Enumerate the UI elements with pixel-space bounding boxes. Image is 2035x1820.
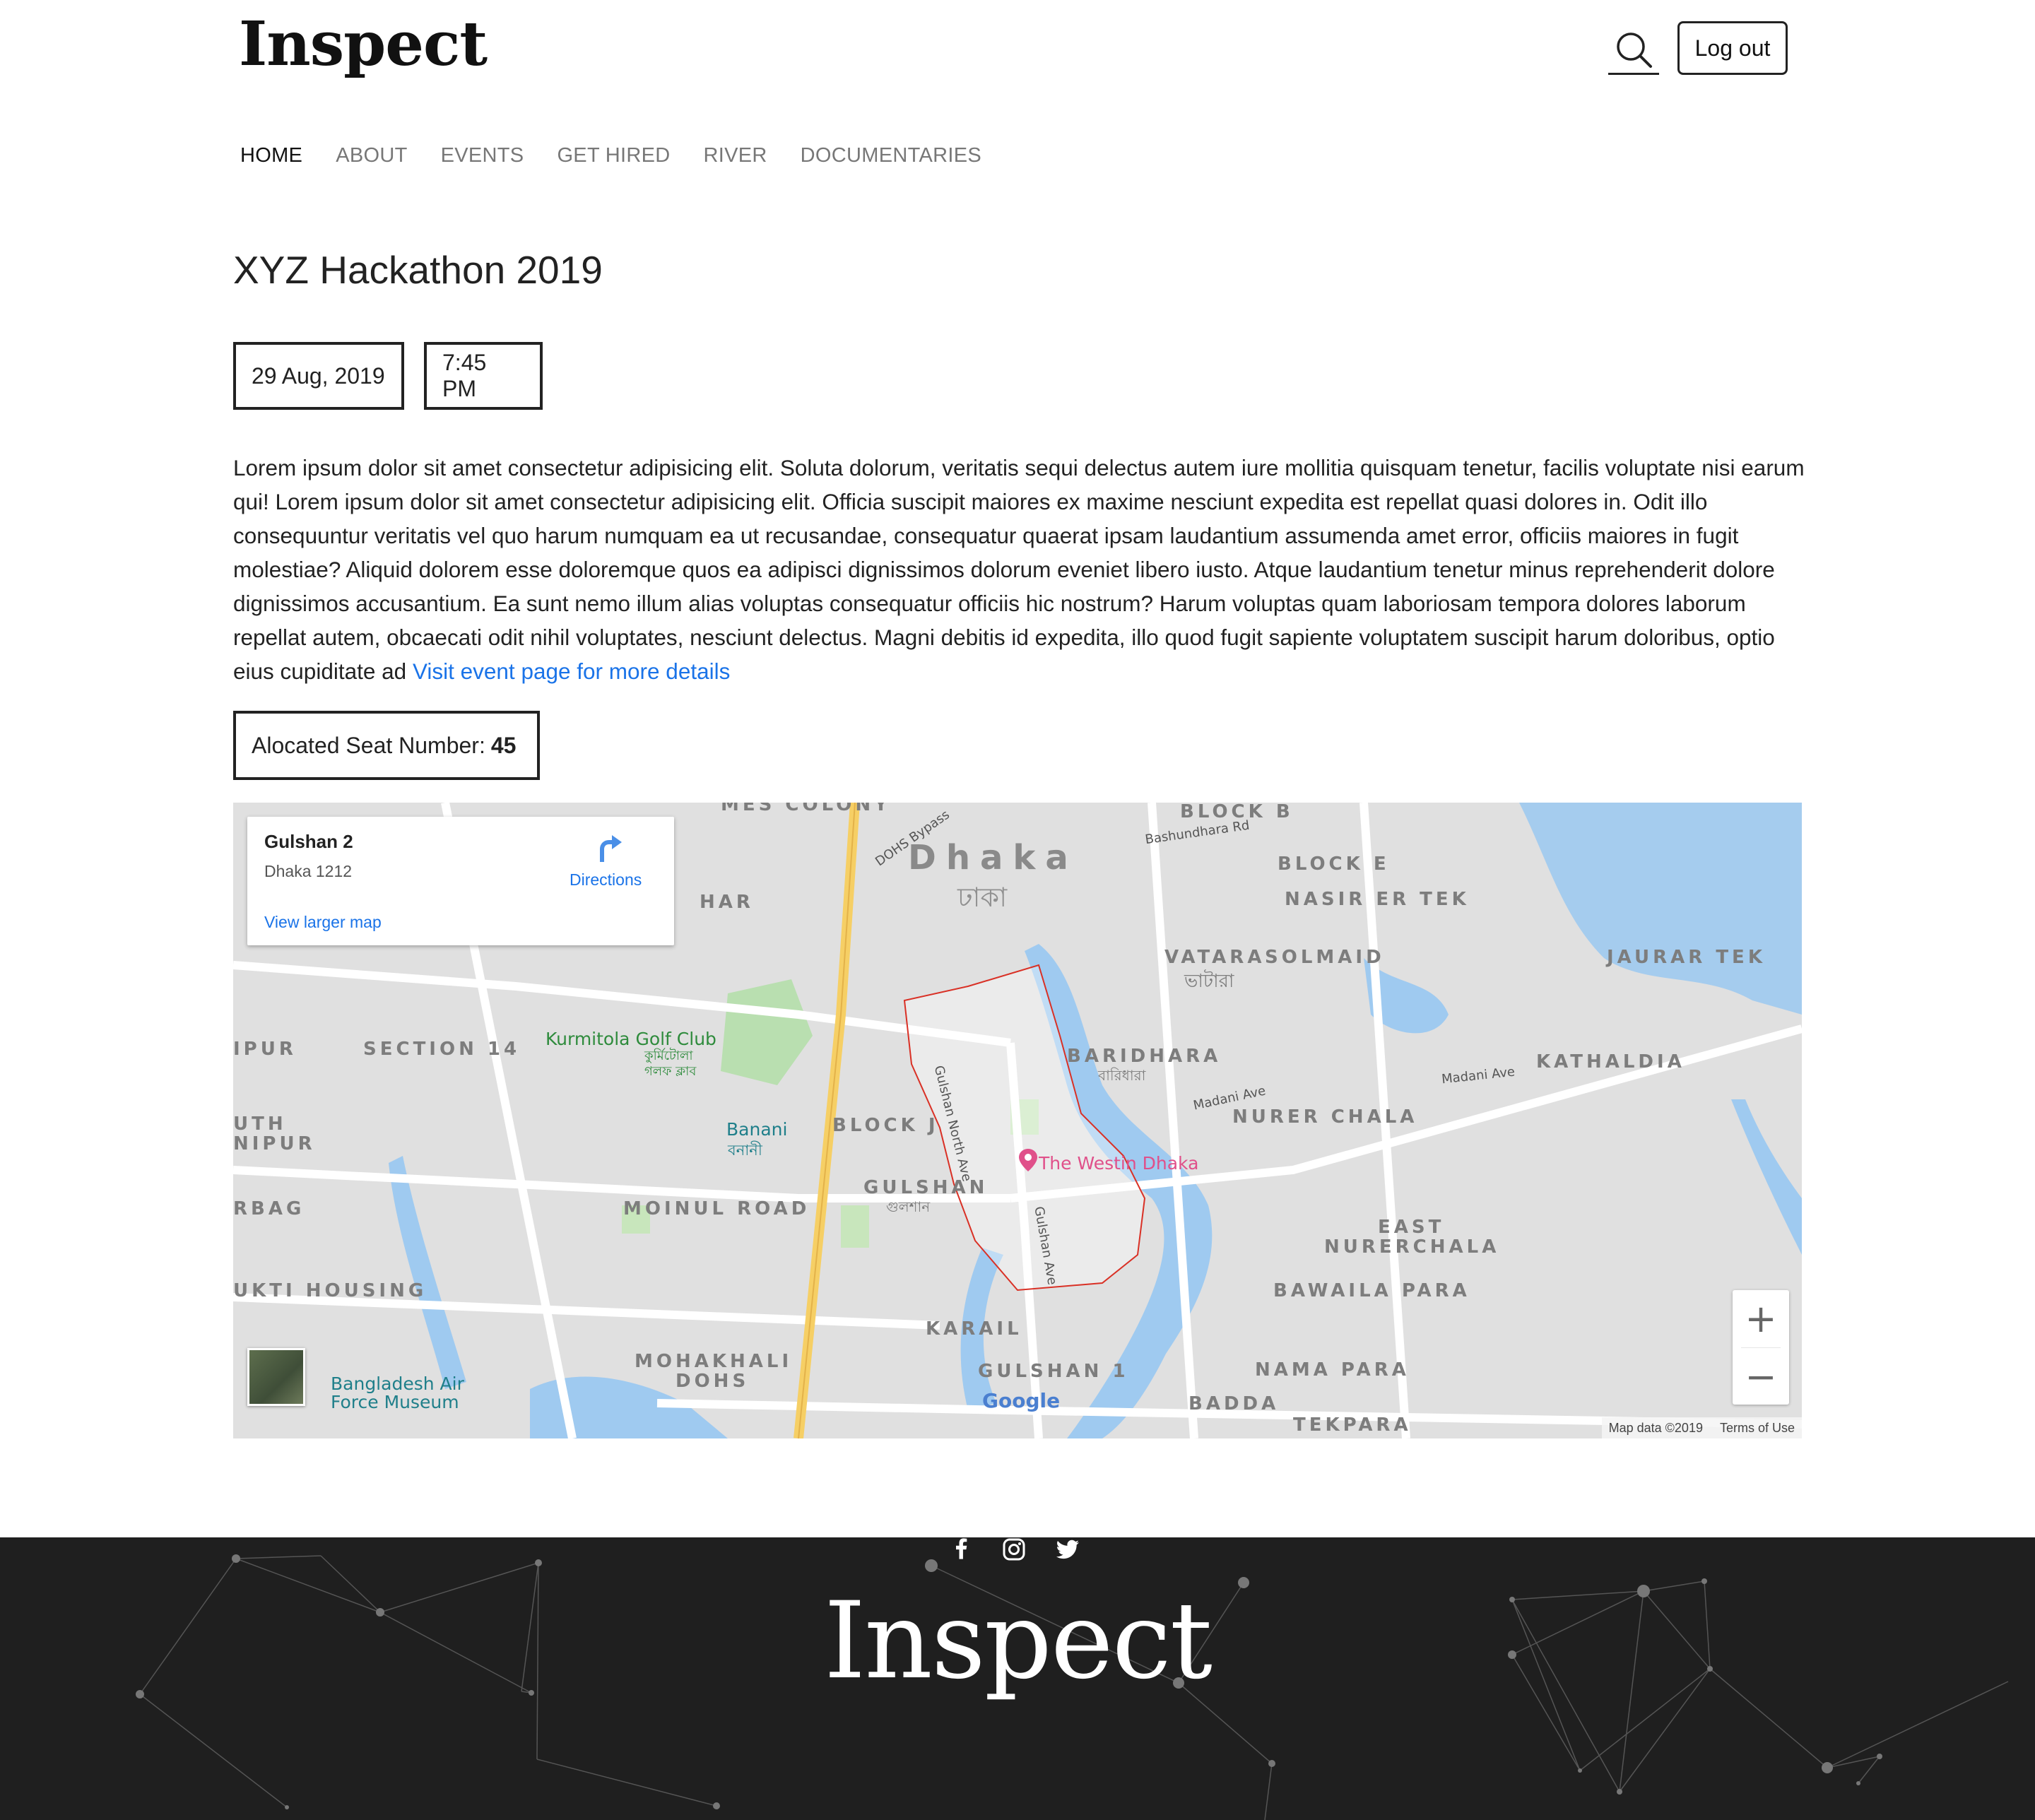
map-label-block-e: BLOCK E xyxy=(1278,853,1390,875)
map-label-block-j: BLOCK J xyxy=(832,1115,939,1136)
terms-of-use-link[interactable]: Terms of Use xyxy=(1720,1421,1795,1436)
map-label-uth: UTH xyxy=(233,1113,287,1135)
map-label-nurerchala: NURERCHALA xyxy=(1324,1236,1500,1258)
search-icon xyxy=(1617,32,1652,68)
map-label-vatara-bn: ভাটারা xyxy=(1184,971,1234,992)
directions-link[interactable]: Directions xyxy=(570,870,642,890)
event-description: Lorem ipsum dolor sit amet consectetur a… xyxy=(233,451,1809,688)
map-label-kurmitola: Kurmitola Golf Club xyxy=(545,1029,716,1049)
event-date: 29 Aug, 2019 xyxy=(233,342,404,410)
view-larger-map-link[interactable]: View larger map xyxy=(264,913,382,932)
description-text: Lorem ipsum dolor sit amet consectetur a… xyxy=(233,455,1805,684)
twitter-icon[interactable] xyxy=(1056,1537,1080,1561)
google-logo: Google xyxy=(982,1389,1060,1412)
seat-box: Alocated Seat Number: 45 xyxy=(233,711,540,780)
map-label-karail: KARAIL xyxy=(926,1318,1022,1340)
map-label-kurmitola-bn: কুর্মিটোলা গলফ ক্লাব xyxy=(644,1048,697,1079)
nav-documentaries[interactable]: DOCUMENTARIES xyxy=(801,144,981,167)
map-label-mohakhali: MOHAKHALI xyxy=(635,1351,793,1372)
map-label-har: HAR xyxy=(700,892,754,913)
map-label-dohs: DOHS xyxy=(676,1371,750,1392)
google-logo-text: Google xyxy=(982,1389,1061,1412)
place-info-card: Gulshan 2 Dhaka 1212 View larger map Dir… xyxy=(247,817,674,945)
hotel-pin-icon xyxy=(1019,1149,1037,1171)
nav-about[interactable]: ABOUT xyxy=(336,144,407,167)
logout-button[interactable]: Log out xyxy=(1677,21,1788,75)
nav-events[interactable]: EVENTS xyxy=(441,144,524,167)
place-address: Dhaka 1212 xyxy=(264,862,353,880)
map-label-dhaka: Dhaka xyxy=(908,838,1078,878)
zoom-control: + − xyxy=(1733,1290,1789,1405)
map-label-nipur: NIPUR xyxy=(233,1133,316,1154)
zoom-in-button[interactable]: + xyxy=(1733,1290,1789,1347)
nav-home[interactable]: HOME xyxy=(240,144,302,167)
map-label-gulshan: GULSHAN xyxy=(863,1177,989,1198)
seat-label: Alocated Seat Number: xyxy=(252,732,485,758)
map-label-dhaka-bn: ঢাকা xyxy=(957,882,1008,913)
map-label-tekpara: TEKPARA xyxy=(1293,1414,1412,1436)
map-label-solmaid: SOLMAID xyxy=(1265,947,1385,968)
map-label-rbag: RBAG xyxy=(233,1198,305,1219)
satellite-toggle[interactable] xyxy=(247,1348,305,1406)
map-label-jaurar: JAURAR TEK xyxy=(1607,947,1766,968)
event-page-link[interactable]: Visit event page for more details xyxy=(413,658,730,684)
map-label-baridhara: BARIDHARA xyxy=(1067,1046,1222,1067)
map-label-baridhara-bn: বারিধারা xyxy=(1098,1067,1146,1084)
map-label-mukti: UKTI HOUSING xyxy=(233,1280,427,1301)
map-label-ipur: IPUR xyxy=(233,1039,297,1060)
map-label-banani-bn: বনানী xyxy=(728,1142,762,1159)
map-label-nurer: NURER CHALA xyxy=(1232,1106,1418,1128)
map-label-moinul: MOINUL ROAD xyxy=(623,1198,810,1219)
map-label-gulshan-bn: গুলশান xyxy=(886,1198,931,1215)
zoom-out-button[interactable]: − xyxy=(1733,1348,1789,1405)
site-footer: Inspect xyxy=(0,1537,2035,1820)
seat-number: 45 xyxy=(490,732,517,758)
map-label-section14: SECTION 14 xyxy=(363,1039,521,1060)
map-attribution: Map data ©2019 Terms of Use xyxy=(1601,1417,1802,1438)
nav-river[interactable]: RIVER xyxy=(704,144,767,167)
map-label-east: EAST xyxy=(1378,1217,1445,1238)
map-label-banani: Banani xyxy=(726,1119,788,1140)
map-label-nasir: NASIR ER TEK xyxy=(1285,889,1470,910)
footer-logo: Inspect xyxy=(824,1580,1213,1703)
map-label-bafm-2: Force Museum xyxy=(331,1392,459,1412)
map-label-bafm-1: Bangladesh Air xyxy=(331,1373,464,1394)
main-nav: HOME ABOUT EVENTS GET HIRED RIVER DOCUME… xyxy=(240,144,1015,167)
map-label-westin: The Westin Dhaka xyxy=(1039,1153,1199,1174)
facebook-icon[interactable] xyxy=(950,1537,974,1561)
directions-icon[interactable] xyxy=(592,832,625,865)
event-title: XYZ Hackathon 2019 xyxy=(233,248,603,292)
nav-get-hired[interactable]: GET HIRED xyxy=(557,144,670,167)
instagram-icon[interactable] xyxy=(1002,1537,1026,1561)
map-label-badda: BADDA xyxy=(1188,1393,1280,1414)
search-button[interactable] xyxy=(1608,27,1659,75)
map-label-nama: NAMA PARA xyxy=(1255,1359,1410,1381)
map-label-mes: MES COLONY xyxy=(721,803,891,815)
place-name: Gulshan 2 xyxy=(264,831,353,852)
event-map[interactable]: MES COLONY DOHS Bypass Dhaka ঢাকা BLOCK … xyxy=(233,803,1802,1438)
map-label-gulshan1: GULSHAN 1 xyxy=(978,1361,1129,1382)
event-time: 7:45 PM xyxy=(424,342,543,410)
site-logo[interactable]: Inspect xyxy=(239,8,488,80)
map-label-bawaila: BAWAILA PARA xyxy=(1273,1280,1470,1301)
map-label-kathaldia: KATHALDIA xyxy=(1536,1051,1685,1072)
map-label-vatara: VATARA xyxy=(1164,947,1266,968)
map-data-text: Map data ©2019 xyxy=(1608,1420,1703,1435)
